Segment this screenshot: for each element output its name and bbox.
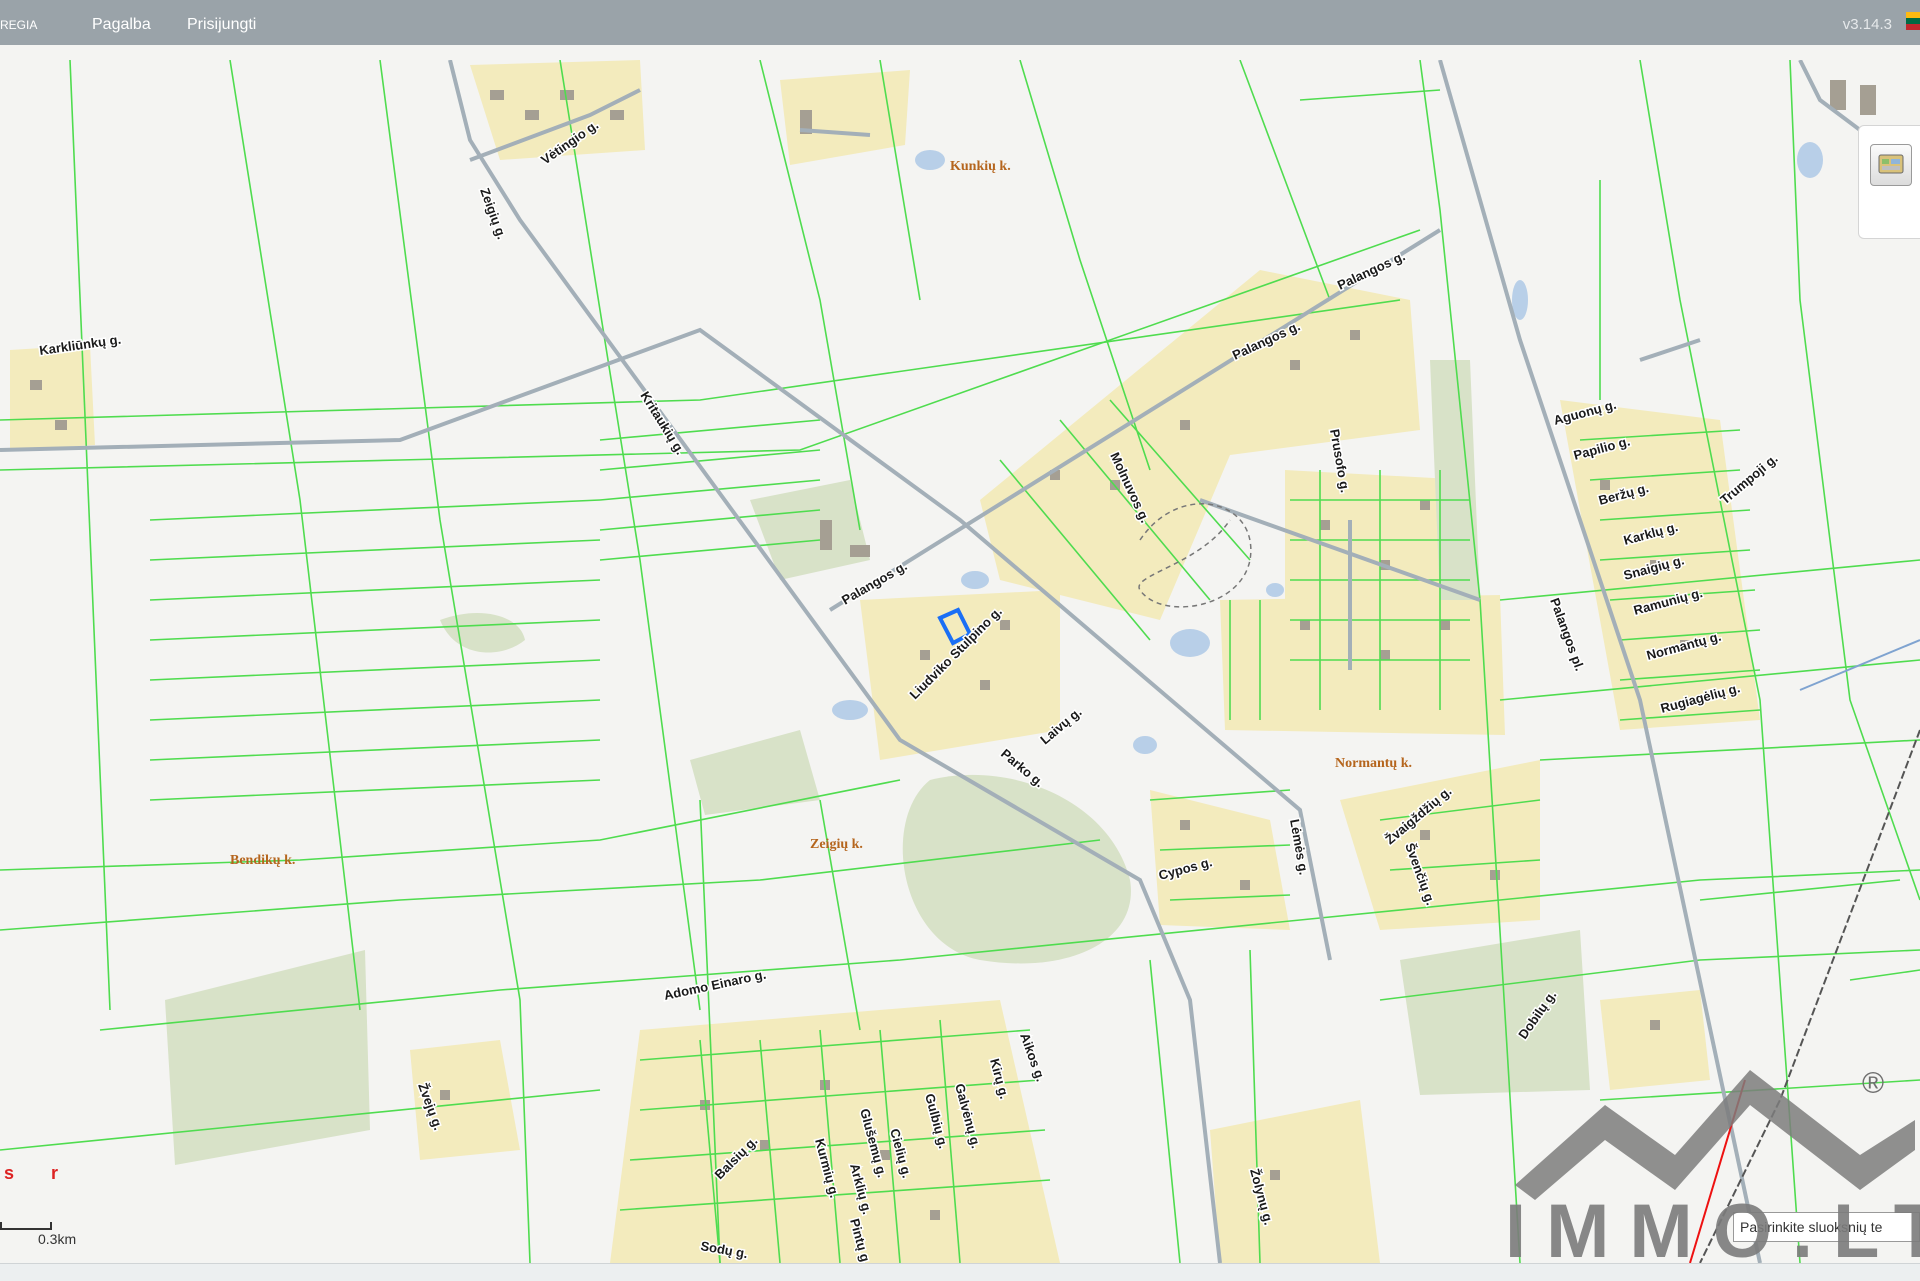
scale-bar <box>0 1222 52 1230</box>
flag-icon[interactable] <box>1906 12 1920 30</box>
layer-switch-button[interactable] <box>1870 144 1912 186</box>
scale-label: 0.3km <box>38 1231 77 1247</box>
village-label: Zeigių k. <box>810 837 863 852</box>
status-bar <box>0 1263 1920 1281</box>
map-canvas[interactable]: Kunkių k. Normantų k. Zeigių k. Bendikų … <box>0 60 1920 1263</box>
layer-panel <box>1858 125 1920 239</box>
layers-icon <box>1878 154 1904 174</box>
immo-watermark-text: IMMO.LT <box>1505 1189 1920 1274</box>
menu-login[interactable]: Prisijungti <box>187 0 256 45</box>
registered-mark: ® <box>1862 1067 1885 1100</box>
village-label: Normantų k. <box>1335 756 1412 771</box>
village-label: Kunkių k. <box>950 159 1011 174</box>
version-label: v3.14.3 <box>1842 16 1892 33</box>
top-bar: REGIA Pagalba Prisijungti v3.14.3 <box>0 0 1920 45</box>
village-label: Bendikų k. <box>230 853 295 868</box>
menu-help[interactable]: Pagalba <box>92 0 151 45</box>
map-red-text: s r <box>4 1163 75 1183</box>
app-name: REGIA <box>0 18 38 32</box>
